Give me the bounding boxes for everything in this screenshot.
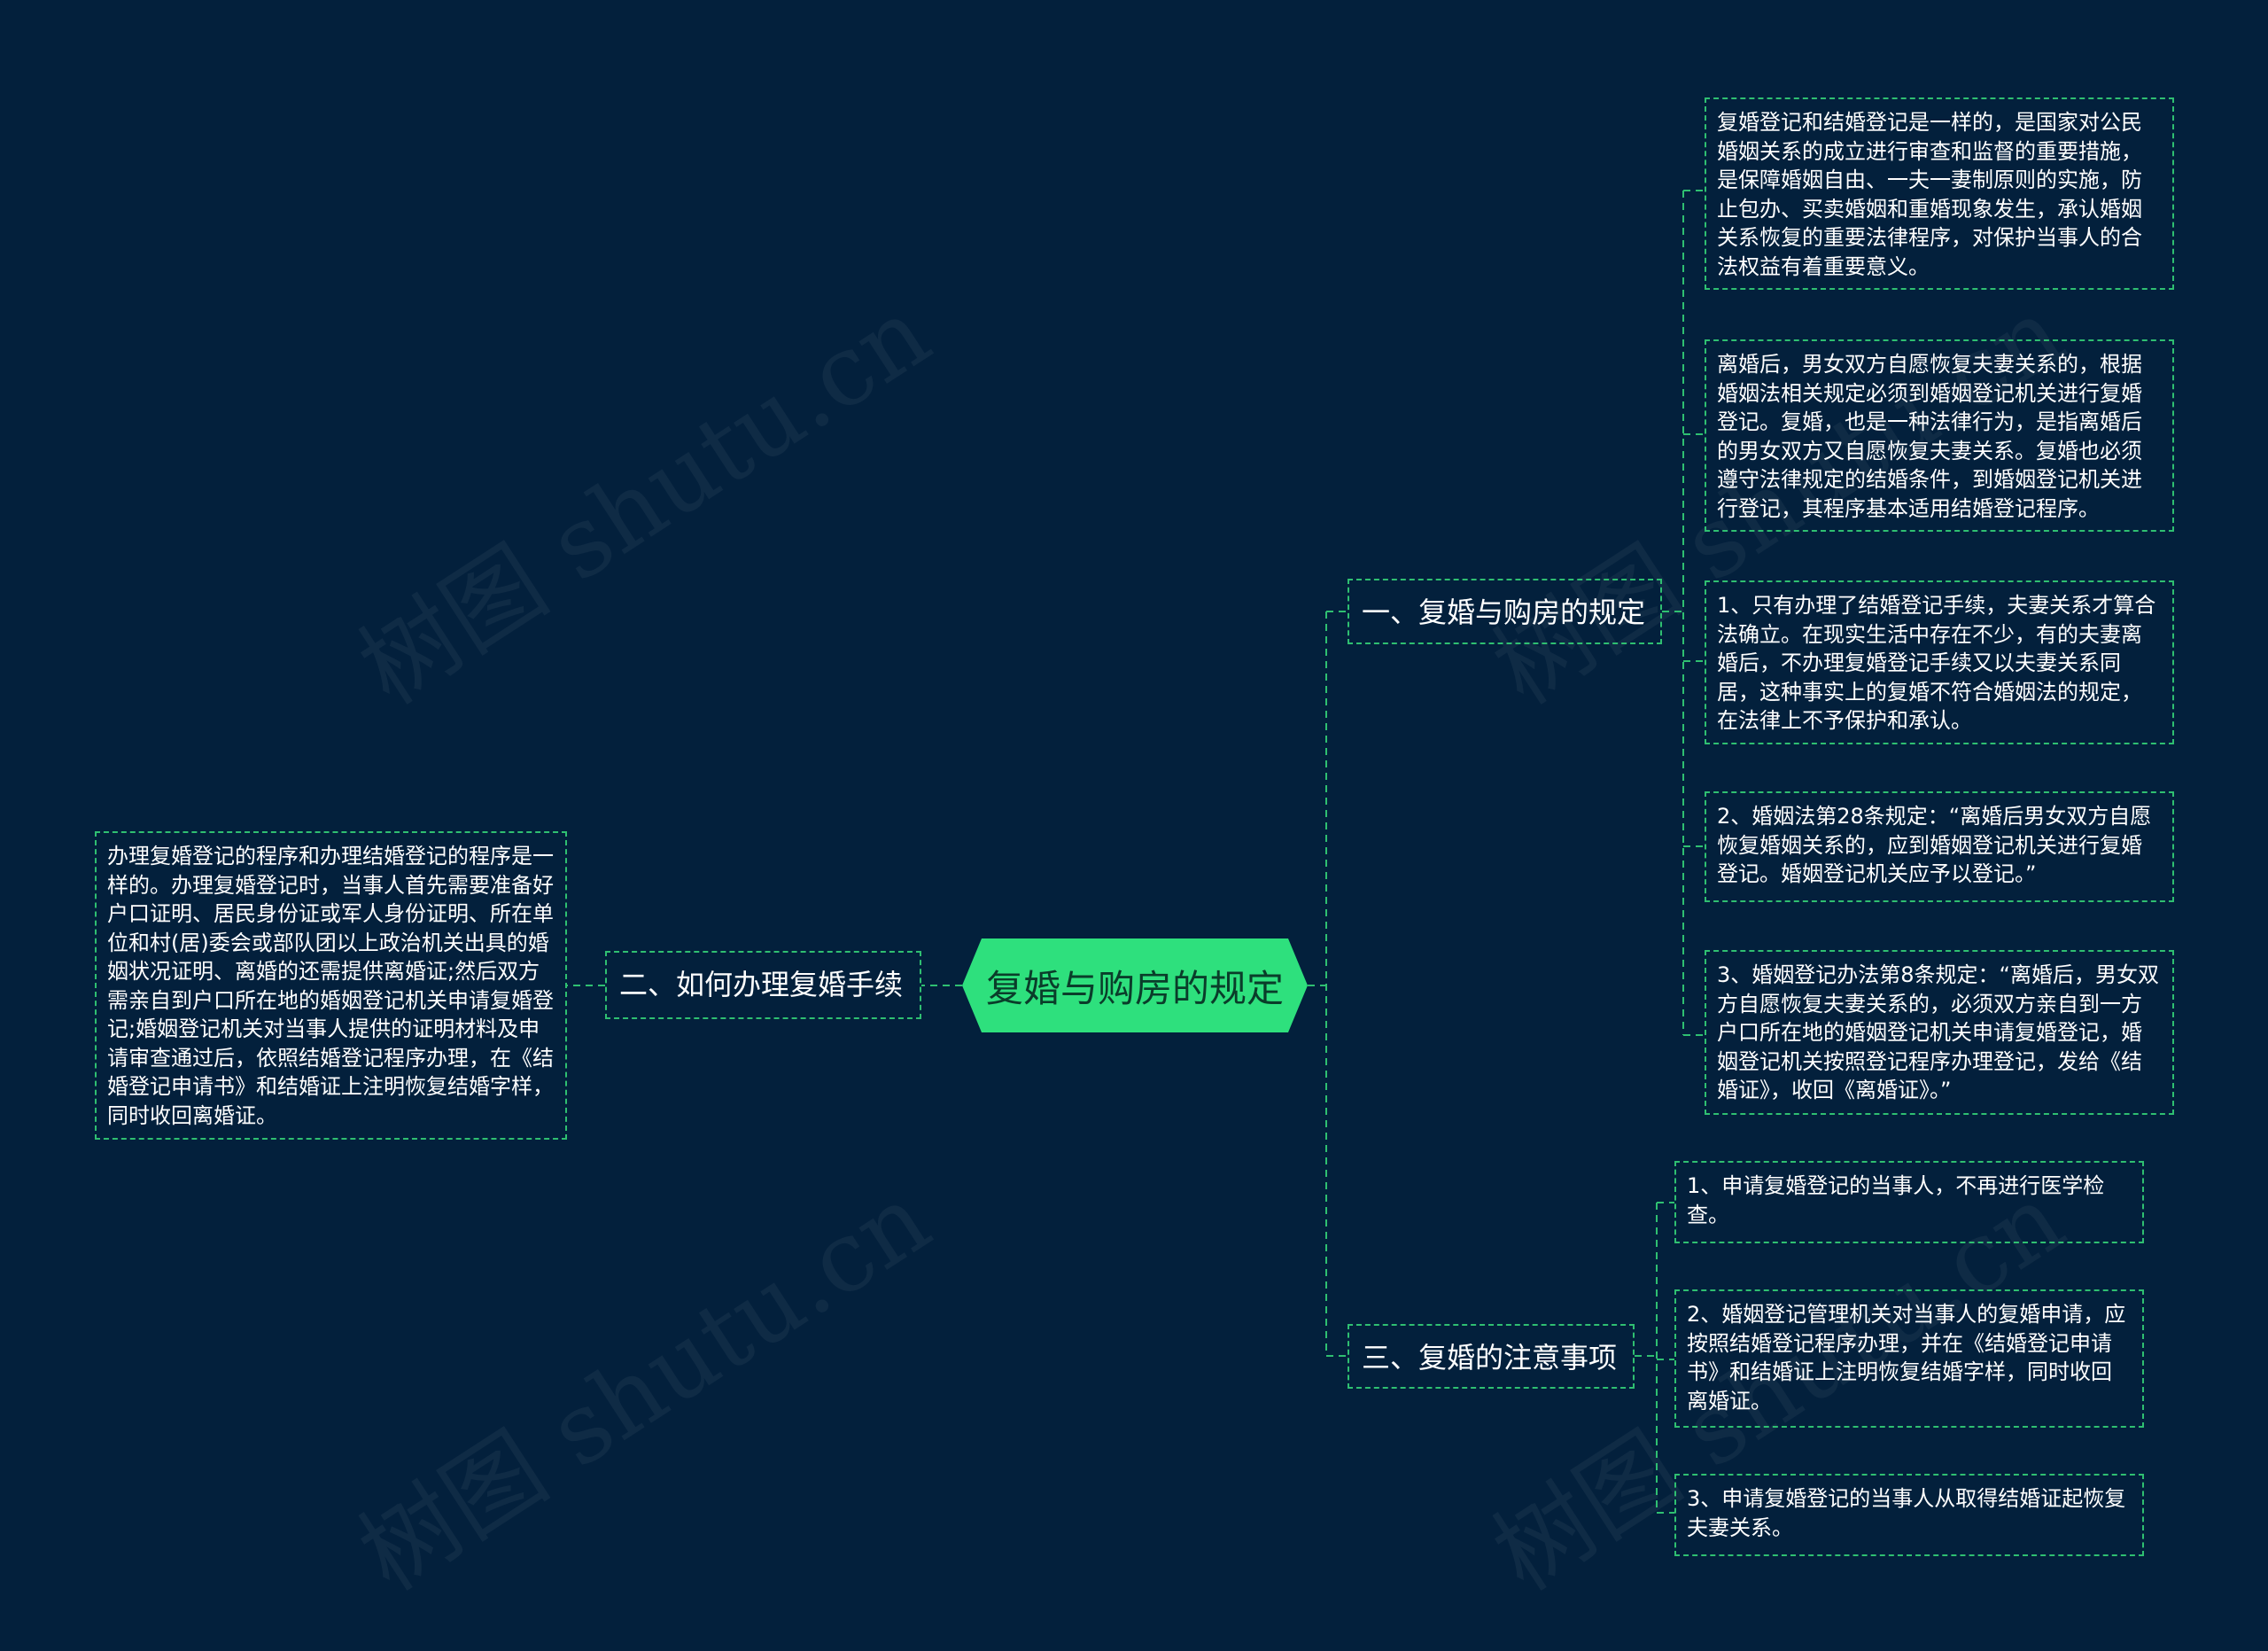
leaf-node[interactable]: 办理复婚登记的程序和办理结婚登记的程序是一样的。办理复婚登记时，当事人首先需要准… (95, 831, 567, 1140)
leaf-node[interactable]: 1、只有办理了结婚登记手续，夫妻关系才算合法确立。在现实生活中存在不少，有的夫妻… (1705, 580, 2174, 744)
leaf-node[interactable]: 2、婚姻登记管理机关对当事人的复婚申请，应按照结婚登记程序办理，并在《结婚登记申… (1674, 1289, 2144, 1428)
branch-label: 三、复婚的注意事项 (1362, 1341, 1618, 1375)
branch-label: 二、如何办理复婚手续 (619, 968, 904, 1001)
leaf-text: 离婚后，男女双方自愿恢复夫妻关系的，根据婚姻法相关规定必须到婚姻登记机关进行复婚… (1717, 352, 2142, 521)
leaf-node[interactable]: 3、婚姻登记办法第8条规定：“离婚后，男女双方自愿恢复夫妻关系的，必须双方亲自到… (1705, 950, 2174, 1115)
branch-node-3[interactable]: 三、复婚的注意事项 (1348, 1324, 1635, 1389)
leaf-node[interactable]: 3、申请复婚登记的当事人从取得结婚证起恢复夫妻关系。 (1674, 1474, 2144, 1556)
branch-label: 一、复婚与购房的规定 (1362, 596, 1646, 629)
branch-node-2[interactable]: 二、如何办理复婚手续 (605, 951, 921, 1019)
leaf-text: 1、申请复婚登记的当事人，不再进行医学检查。 (1687, 1173, 2105, 1227)
leaf-text: 2、婚姻登记管理机关对当事人的复婚申请，应按照结婚登记程序办理，并在《结婚登记申… (1687, 1302, 2126, 1413)
leaf-text: 2、婚姻法第28条规定：“离婚后男女双方自愿恢复婚姻关系的，应到婚姻登记机关进行… (1717, 804, 2152, 886)
leaf-node[interactable]: 复婚登记和结婚登记是一样的，是国家对公民婚姻关系的成立进行审查和监督的重要措施，… (1705, 97, 2174, 290)
branch-node-1[interactable]: 一、复婚与购房的规定 (1348, 579, 1662, 644)
leaf-text: 办理复婚登记的程序和办理结婚登记的程序是一样的。办理复婚登记时，当事人首先需要准… (107, 844, 554, 1128)
root-node[interactable]: 复婚与购房的规定 (962, 938, 1308, 1032)
leaf-text: 3、婚姻登记办法第8条规定：“离婚后，男女双方自愿恢复夫妻关系的，必须双方亲自到… (1717, 962, 2159, 1102)
leaf-text: 3、申请复婚登记的当事人从取得结婚证起恢复夫妻关系。 (1687, 1486, 2126, 1540)
leaf-text: 复婚登记和结婚登记是一样的，是国家对公民婚姻关系的成立进行审查和监督的重要措施，… (1717, 110, 2142, 279)
leaf-node[interactable]: 离婚后，男女双方自愿恢复夫妻关系的，根据婚姻法相关规定必须到婚姻登记机关进行复婚… (1705, 339, 2174, 532)
leaf-text: 1、只有办理了结婚登记手续，夫妻关系才算合法确立。在现实生活中存在不少，有的夫妻… (1717, 593, 2156, 733)
leaf-node[interactable]: 2、婚姻法第28条规定：“离婚后男女双方自愿恢复婚姻关系的，应到婚姻登记机关进行… (1705, 791, 2174, 902)
root-label: 复婚与购房的规定 (985, 966, 1284, 1010)
leaf-node[interactable]: 1、申请复婚登记的当事人，不再进行医学检查。 (1674, 1161, 2144, 1243)
